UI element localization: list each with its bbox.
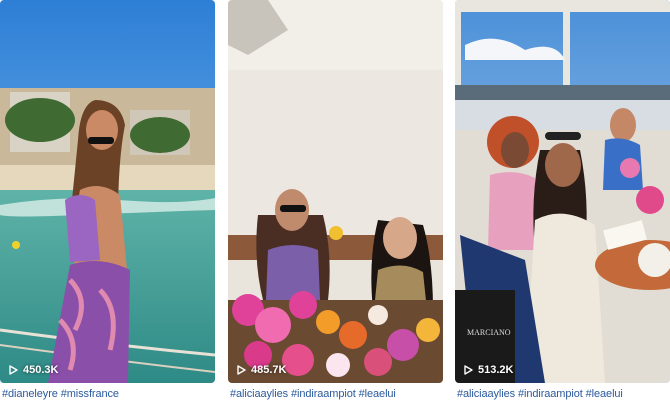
video-thumbnail[interactable]: 450.3K — [0, 0, 215, 383]
terrace-scene-image: MARCIANO — [455, 0, 670, 383]
video-card[interactable]: MARCIANO 513.2K #aliciaaylies #indiraamp… — [455, 0, 670, 403]
video-caption[interactable]: #dianeleyre #missfrance — [2, 388, 119, 400]
video-caption[interactable]: #aliciaaylies #indiraampiot #leaelui — [457, 388, 623, 400]
video-card[interactable]: 485.7K #aliciaaylies #indiraampiot #leae… — [228, 0, 443, 403]
video-thumbnail[interactable]: MARCIANO 513.2K — [455, 0, 670, 383]
view-count-label: 485.7K — [251, 364, 287, 376]
view-count: 513.2K — [464, 364, 513, 376]
video-caption[interactable]: #aliciaaylies #indiraampiot #leaelui — [230, 388, 396, 400]
view-count-label: 450.3K — [23, 364, 59, 376]
restaurant-scene-image — [228, 0, 443, 383]
play-icon — [464, 365, 473, 375]
play-icon — [237, 365, 246, 375]
beach-scene-image — [0, 0, 215, 383]
video-card[interactable]: 450.3K #dianeleyre #missfrance — [0, 0, 215, 403]
view-count-label: 513.2K — [478, 364, 514, 376]
view-count: 450.3K — [9, 364, 58, 376]
view-count: 485.7K — [237, 364, 286, 376]
play-icon — [9, 365, 18, 375]
svg-text:MARCIANO: MARCIANO — [467, 328, 511, 337]
video-thumbnail[interactable]: 485.7K — [228, 0, 443, 383]
